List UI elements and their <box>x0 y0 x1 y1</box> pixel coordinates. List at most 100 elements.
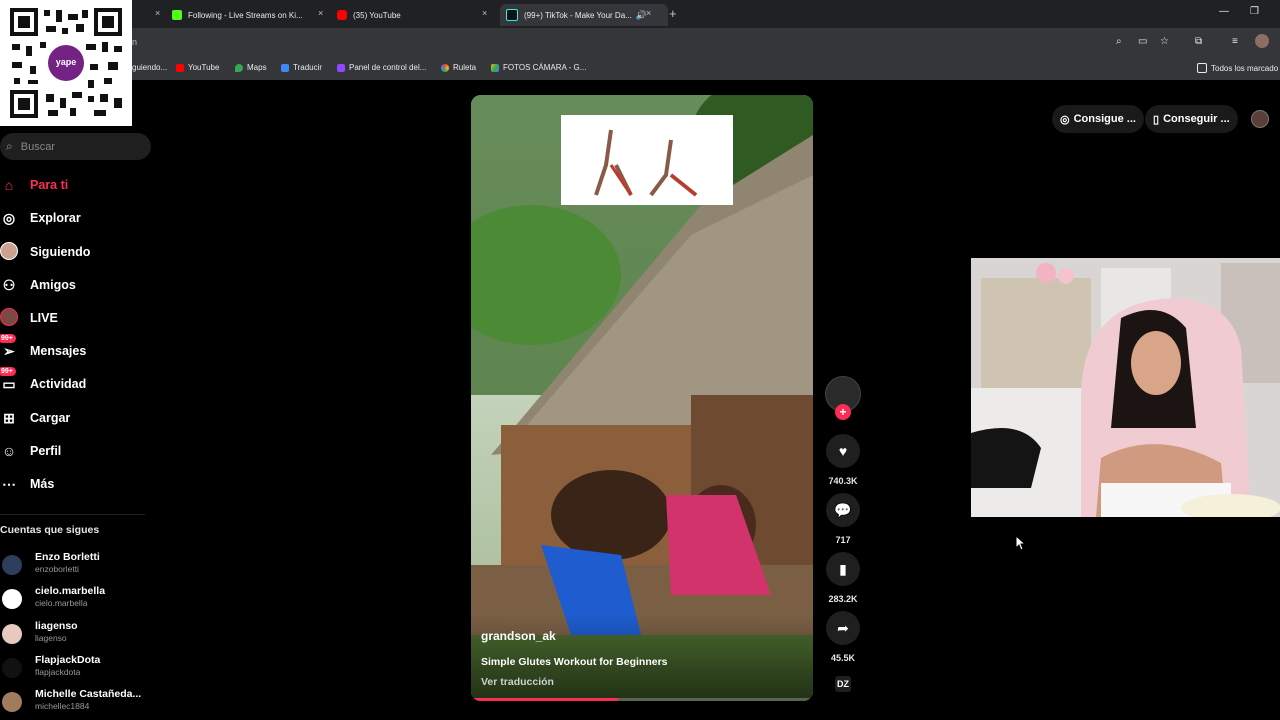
account-item[interactable]: cielo.marbella cielo.marbella <box>0 585 150 613</box>
bookmark-maps[interactable]: Maps <box>235 63 267 72</box>
profile-icon: ☺ <box>1 443 17 459</box>
video-progress-fill <box>471 698 619 701</box>
account-item[interactable]: Enzo Borletti enzoborletti <box>0 551 150 579</box>
account-name: liagenso <box>35 620 78 632</box>
tab-close-button[interactable]: × <box>646 8 651 18</box>
folder-icon <box>1197 63 1207 73</box>
account-item[interactable]: Michelle Castañeda... michellec1884 <box>0 688 150 716</box>
get-coins-button[interactable]: ◎ Consigue ... <box>1052 105 1144 133</box>
translate-link[interactable]: Ver traducción <box>481 676 554 688</box>
bookmark-twitch[interactable]: Panel de control del... <box>337 63 426 72</box>
menu-icon[interactable]: ≡ <box>1232 36 1238 47</box>
drive-icon <box>491 63 499 72</box>
nav-label: Cargar <box>30 411 71 425</box>
following-avatar-icon <box>0 241 18 263</box>
nav-label: Más <box>30 477 55 491</box>
comment-button[interactable]: 💬 717 <box>824 493 862 545</box>
activity-icon: ▭ <box>2 375 16 392</box>
bookmark-label: Panel de control del... <box>349 63 427 72</box>
new-tab-button[interactable]: + <box>669 6 677 21</box>
avatar <box>2 658 22 678</box>
bookmark-youtube[interactable]: YouTube <box>176 63 219 72</box>
account-name: Michelle Castañeda... <box>35 688 142 700</box>
share-count: 45.5K <box>830 653 856 663</box>
account-handle: cielo.marbella <box>35 598 88 608</box>
nav-actividad[interactable]: ▭ 99+ Actividad <box>0 367 87 395</box>
account-item[interactable]: liagenso liagenso <box>0 620 150 648</box>
avatar <box>2 589 22 609</box>
bookmark-ruleta[interactable]: Ruleta <box>441 63 476 72</box>
get-app-button[interactable]: ▯ Conseguir ... <box>1145 105 1238 133</box>
creator-avatar-button[interactable]: + <box>824 376 862 420</box>
wheel-icon <box>441 63 449 72</box>
following-accounts-title: Cuentas que sigues <box>0 524 100 536</box>
profile-avatar-icon[interactable] <box>1255 34 1269 48</box>
bookmark-label: YouTube <box>188 63 220 72</box>
bookmark-label: Todos los marcado <box>1211 63 1279 73</box>
tab-label: (35) YouTube <box>353 10 401 20</box>
webcam-overlay <box>971 258 1280 517</box>
nav-explorar[interactable]: ◎ Explorar <box>0 207 81 229</box>
tab-close-button[interactable]: × <box>482 8 487 18</box>
mouse-cursor-icon <box>1015 535 1027 551</box>
save-count: 283.2K <box>828 594 858 604</box>
nav-siguiendo[interactable]: Siguiendo <box>0 241 90 263</box>
nav-cargar[interactable]: ⊞ Cargar <box>0 407 70 429</box>
video-progress-track[interactable] <box>471 698 813 701</box>
activity-badge: 99+ <box>0 367 16 376</box>
sound-button[interactable]: DZ <box>824 676 862 692</box>
nav-label: Actividad <box>30 377 87 391</box>
nav-para-ti[interactable]: ⌂ Para ti <box>0 174 68 196</box>
search-input[interactable]: ⌕ Buscar <box>0 133 151 160</box>
follow-plus-icon[interactable]: + <box>835 404 851 420</box>
tab-close-button[interactable]: × <box>318 8 323 18</box>
video-author[interactable]: grandson_ak <box>481 629 556 643</box>
all-bookmarks[interactable]: Todos los marcado <box>1197 63 1278 73</box>
minimize-icon[interactable]: — <box>1219 6 1229 17</box>
bookmark-drive[interactable]: FOTOS CÁMARA - G... <box>491 63 586 72</box>
cast-icon[interactable]: ▭ <box>1138 36 1147 47</box>
restore-icon[interactable]: ❐ <box>1250 6 1259 17</box>
bookmark-label: Ruleta <box>453 63 477 72</box>
video-player[interactable]: grandson_ak Simple Glutes Workout for Be… <box>471 95 813 701</box>
share-button[interactable]: ➦ 45.5K <box>824 611 862 663</box>
home-icon: ⌂ <box>4 177 14 193</box>
nav-amigos[interactable]: ⚇ Amigos <box>0 274 76 296</box>
nav-perfil[interactable]: ☺ Perfil <box>0 440 61 462</box>
search-placeholder: Buscar <box>20 140 55 153</box>
bookmark-icon: ▮ <box>826 552 860 586</box>
account-handle: liagenso <box>35 633 67 643</box>
tab-label: (99+) TikTok - Make Your Da... <box>524 10 632 20</box>
messages-badge: 99+ <box>0 334 16 343</box>
tab-kick[interactable]: Following - Live Streams on Ki... <box>172 4 312 26</box>
video-caption: Simple Glutes Workout for Beginners <box>481 656 668 668</box>
zoom-icon[interactable]: ⌕ <box>1116 36 1122 47</box>
tab-youtube[interactable]: (35) YouTube <box>337 4 477 26</box>
share-icon: ➦ <box>826 611 860 645</box>
extensions-icon[interactable]: ⧉ <box>1195 36 1202 47</box>
bookmark-label: Maps <box>247 63 267 72</box>
bookmark-label: FOTOS CÁMARA - G... <box>503 63 587 72</box>
bookmark-label: Traducir <box>293 63 323 72</box>
nav-label: LIVE <box>30 311 58 325</box>
like-button[interactable]: ♥ 740.3K <box>824 434 862 486</box>
compass-icon: ◎ <box>2 209 16 226</box>
nav-live[interactable]: LIVE <box>0 307 58 329</box>
friends-icon: ⚇ <box>2 276 16 293</box>
account-item[interactable]: FlapjackDota flapjackdota <box>0 654 150 682</box>
user-avatar[interactable] <box>1251 110 1269 128</box>
tab-tiktok[interactable]: (99+) TikTok - Make Your Da... 🔊 <box>500 4 668 26</box>
star-icon[interactable]: ☆ <box>1160 36 1169 47</box>
nav-label: Perfil <box>30 444 62 458</box>
nav-mensajes[interactable]: ➢ 99+ Mensajes <box>0 334 86 362</box>
bookmark-translate[interactable]: Traducir <box>281 63 322 72</box>
tab-close-button[interactable]: × <box>155 8 160 18</box>
address-text[interactable]: n <box>132 37 137 47</box>
address-bar[interactable]: n <box>0 28 1280 58</box>
upload-icon: ⊞ <box>3 409 15 426</box>
bookmark-item[interactable]: guiendo... <box>132 63 167 72</box>
bookmarks-bar: guiendo... YouTube Maps Traducir Panel d… <box>0 58 1280 80</box>
nav-mas[interactable]: ⋯ Más <box>0 473 54 495</box>
heart-icon: ♥ <box>826 434 860 468</box>
save-button[interactable]: ▮ 283.2K <box>824 552 862 604</box>
